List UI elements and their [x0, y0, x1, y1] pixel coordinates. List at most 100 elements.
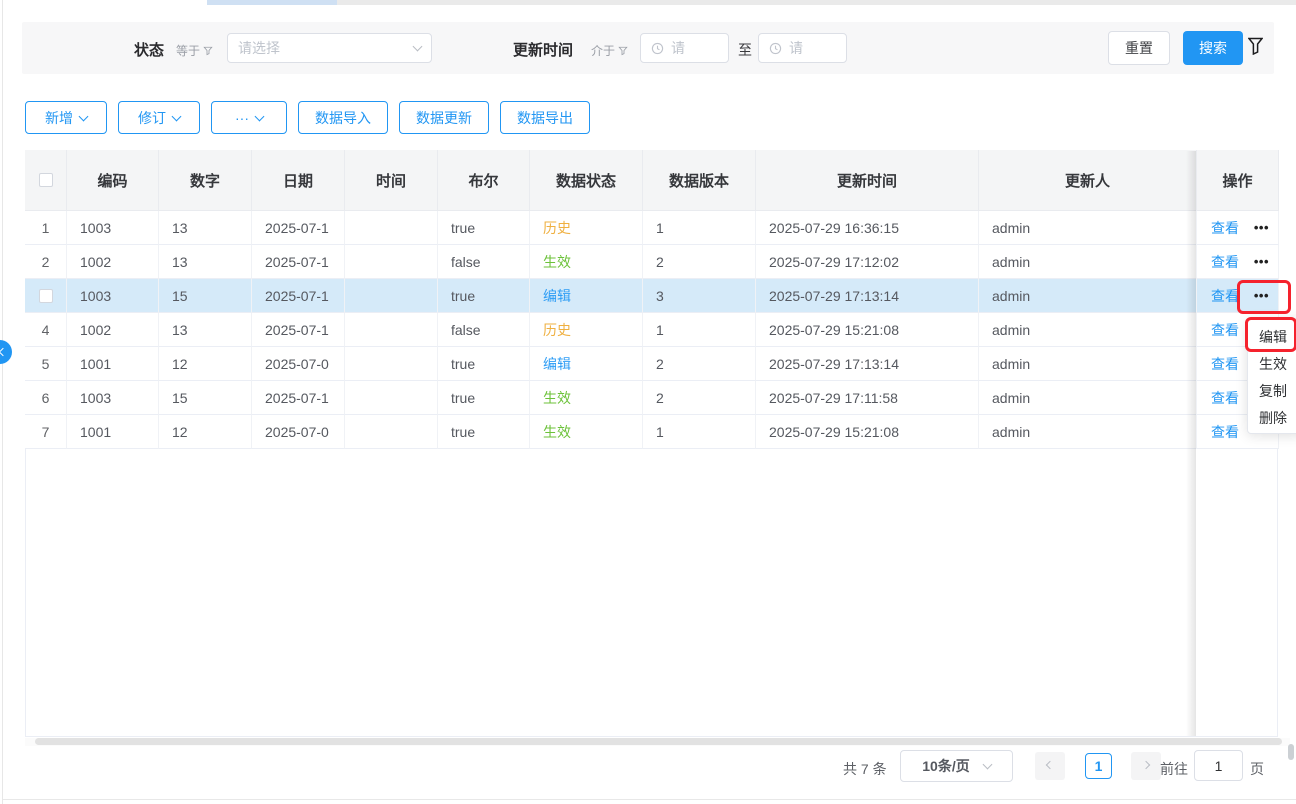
- cell-time: [345, 245, 438, 279]
- row-index: 2: [25, 245, 67, 279]
- horizontal-scrollbar-thumb[interactable]: [35, 738, 1282, 745]
- cell-date: 2025-07-1: [252, 313, 345, 347]
- cell-updated-by: admin: [979, 347, 1197, 381]
- cell-date: 2025-07-0: [252, 347, 345, 381]
- more-actions-button[interactable]: ···: [211, 101, 287, 134]
- reset-button[interactable]: 重置: [1108, 31, 1170, 65]
- annotation-box-edit-item: [1245, 317, 1296, 352]
- cell-time: [345, 347, 438, 381]
- time-from-placeholder: 请: [671, 38, 685, 58]
- cell-updated-at: 2025-07-29 15:21:08: [756, 313, 979, 347]
- cell-number: 15: [159, 381, 252, 415]
- cell-date: 2025-07-0: [252, 415, 345, 449]
- time-to-placeholder: 请: [789, 38, 803, 58]
- current-page-button[interactable]: 1: [1085, 753, 1112, 779]
- update-time-filter-label: 更新时间: [513, 39, 573, 60]
- view-link[interactable]: 查看: [1211, 286, 1239, 306]
- page-unit-label: 页: [1250, 759, 1264, 779]
- cell-time: [345, 279, 438, 313]
- cell-code: 1003: [67, 279, 159, 313]
- table-row: 6 1003 15 2025-07-1 true 生效 2 2025-07-29…: [25, 381, 1278, 415]
- table-header-row: 编码 数字 日期 时间 布尔 数据状态 数据版本 更新时间 更新人 操作: [25, 150, 1278, 211]
- view-link[interactable]: 查看: [1211, 252, 1239, 272]
- cell-bool: true: [438, 347, 530, 381]
- cell-date: 2025-07-1: [252, 245, 345, 279]
- prev-page-button[interactable]: [1035, 752, 1065, 780]
- status-select[interactable]: 请选择: [227, 33, 432, 63]
- funnel-icon: [203, 46, 213, 56]
- time-operator[interactable]: 介于: [591, 42, 628, 59]
- select-all-checkbox[interactable]: [39, 173, 53, 187]
- time-to-input[interactable]: 请: [758, 33, 847, 63]
- cell-number: 13: [159, 211, 252, 245]
- chevron-down-icon: [79, 111, 89, 121]
- cell-bool: true: [438, 381, 530, 415]
- view-link[interactable]: 查看: [1211, 388, 1239, 408]
- cell-status: 编辑: [530, 347, 643, 381]
- time-from-input[interactable]: 请: [640, 33, 729, 63]
- cell-updated-by: admin: [979, 415, 1197, 449]
- menu-item-copy[interactable]: 复制: [1248, 377, 1296, 404]
- tab-strip-active-segment: [207, 0, 337, 5]
- menu-item-activate[interactable]: 生效: [1248, 350, 1296, 377]
- cell-time: [345, 415, 438, 449]
- page-size-select[interactable]: 10条/页: [900, 750, 1013, 782]
- header-time: 时间: [345, 150, 438, 211]
- row-checkbox[interactable]: [39, 289, 53, 303]
- data-export-button[interactable]: 数据导出: [500, 101, 590, 134]
- sidebar-collapse-button[interactable]: [0, 340, 12, 364]
- view-link[interactable]: 查看: [1211, 320, 1239, 340]
- table-row: 7 1001 12 2025-07-0 true 生效 1 2025-07-29…: [25, 415, 1278, 449]
- row-more-icon[interactable]: •••: [1254, 223, 1269, 233]
- data-import-button[interactable]: 数据导入: [298, 101, 388, 134]
- cell-updated-at: 2025-07-29 17:13:14: [756, 279, 979, 313]
- goto-label: 前往: [1160, 759, 1188, 779]
- row-index: 5: [25, 347, 67, 381]
- table-row-selected: 1003 15 2025-07-1 true 编辑 3 2025-07-29 1…: [25, 279, 1278, 313]
- horizontal-scrollbar: [25, 738, 1290, 746]
- row-index: 7: [25, 415, 67, 449]
- cell-date: 2025-07-1: [252, 381, 345, 415]
- status-operator[interactable]: 等于: [176, 42, 213, 59]
- chevron-left-icon: [0, 348, 7, 356]
- revise-button[interactable]: 修订: [118, 101, 200, 134]
- cell-code: 1001: [67, 347, 159, 381]
- vertical-scrollbar-thumb[interactable]: [1288, 744, 1294, 760]
- menu-item-delete[interactable]: 删除: [1248, 404, 1296, 431]
- chevron-down-icon: [255, 111, 265, 121]
- filter-toggle-icon[interactable]: [1248, 37, 1263, 55]
- cell-bool: true: [438, 415, 530, 449]
- cell-status: 编辑: [530, 279, 643, 313]
- clock-icon: [651, 42, 664, 55]
- funnel-icon: [618, 46, 628, 56]
- search-button[interactable]: 搜索: [1183, 31, 1243, 65]
- row-more-icon[interactable]: •••: [1254, 257, 1269, 267]
- table-row: 1 1003 13 2025-07-1 true 历史 1 2025-07-29…: [25, 211, 1278, 245]
- add-button[interactable]: 新增: [25, 101, 107, 134]
- cell-number: 13: [159, 313, 252, 347]
- view-link[interactable]: 查看: [1211, 354, 1239, 374]
- header-select-all: [25, 150, 67, 211]
- view-link[interactable]: 查看: [1211, 218, 1239, 238]
- cell-bool: true: [438, 279, 530, 313]
- cell-time: [345, 211, 438, 245]
- cell-updated-at: 2025-07-29 17:11:58: [756, 381, 979, 415]
- data-update-button[interactable]: 数据更新: [399, 101, 489, 134]
- cell-time: [345, 381, 438, 415]
- chevron-down-icon: [413, 42, 423, 52]
- next-page-button[interactable]: [1131, 752, 1161, 780]
- view-link[interactable]: 查看: [1211, 422, 1239, 442]
- tab-strip-segment: [337, 0, 1296, 5]
- cell-number: 12: [159, 415, 252, 449]
- cell-code: 1003: [67, 211, 159, 245]
- page-bottom-border: [3, 799, 1296, 800]
- annotation-box-row-more: [1237, 280, 1291, 314]
- goto-page-input[interactable]: [1194, 750, 1243, 781]
- header-data-version: 数据版本: [643, 150, 756, 211]
- status-filter-label: 状态: [134, 39, 164, 60]
- table-row: 4 1002 13 2025-07-1 false 历史 1 2025-07-2…: [25, 313, 1278, 347]
- header-number: 数字: [159, 150, 252, 211]
- cell-updated-by: admin: [979, 313, 1197, 347]
- cell-bool: true: [438, 211, 530, 245]
- range-separator: 至: [738, 40, 752, 60]
